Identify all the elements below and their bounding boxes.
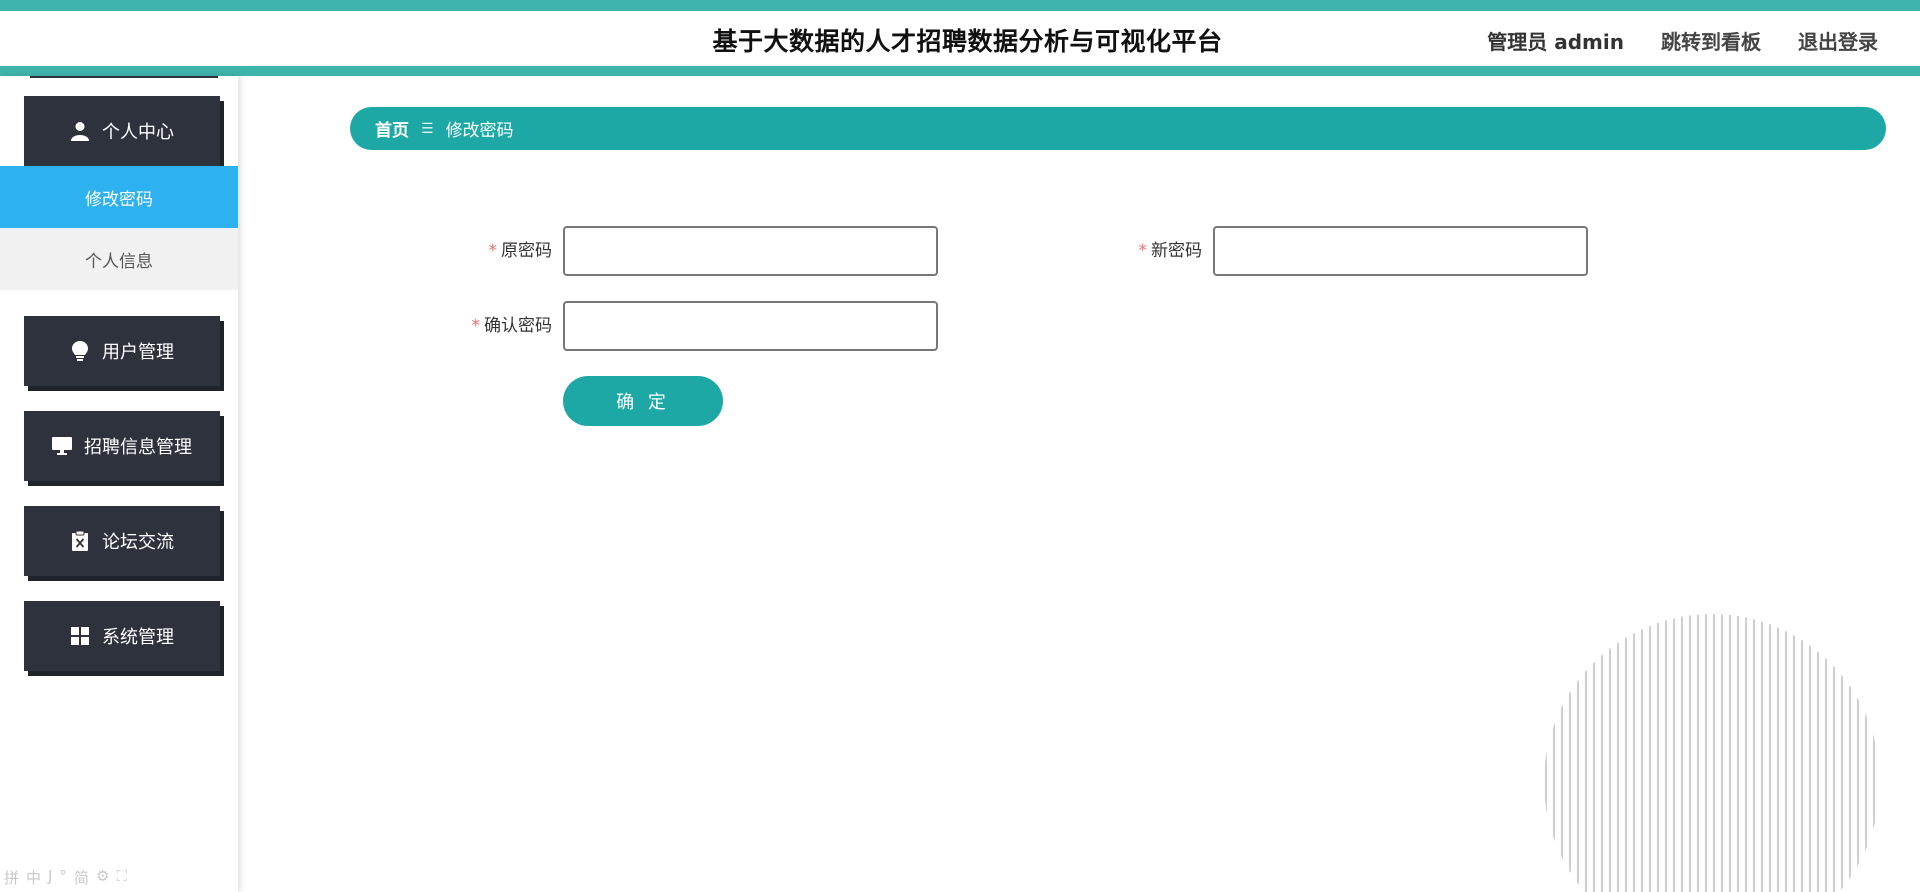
lightbulb-icon — [70, 341, 90, 361]
ime-toolbar: 拼 中 J ° 简 ⚙ ⛶ — [4, 867, 127, 888]
breadcrumb-current: 修改密码 — [445, 121, 514, 141]
header-bottom-bar — [0, 66, 1920, 76]
sidebar-item-change-password[interactable]: 修改密码 — [0, 166, 238, 228]
sidebar-item-label: 修改密码 — [85, 189, 153, 210]
new-password-label-text: 新密码 — [1151, 241, 1202, 261]
sidebar-group-personal-center[interactable]: 个人中心 — [24, 96, 220, 166]
striped-circle-decoration — [1545, 614, 1875, 892]
breadcrumb: 首页 ☰ 修改密码 — [350, 107, 1886, 150]
clipboard-icon — [70, 531, 90, 551]
ime-settings-icon[interactable]: ⚙ — [96, 867, 109, 888]
sidebar-group-label: 论坛交流 — [102, 532, 174, 553]
new-password-input[interactable] — [1213, 226, 1588, 276]
breadcrumb-home[interactable]: 首页 — [375, 116, 409, 141]
sidebar-group-label: 系统管理 — [102, 627, 174, 648]
grid-icon — [70, 626, 90, 646]
old-password-label: * 原密码 — [430, 226, 553, 276]
sidebar-group-user-management[interactable]: 用户管理 — [24, 316, 220, 386]
sidebar-group-label: 个人中心 — [102, 122, 174, 143]
sidebar: 个人中心 修改密码 个人信息 用户管理 招聘信息管理 论坛交流 系统管理 拼 中… — [0, 76, 238, 892]
sidebar-item-personal-info[interactable]: 个人信息 — [0, 228, 238, 290]
top-header: 基于大数据的人才招聘数据分析与可视化平台 管理员 admin 跳转到看板 退出登… — [0, 0, 1920, 76]
logout-link[interactable]: 退出登录 — [1798, 26, 1878, 55]
user-icon — [70, 121, 90, 141]
dashboard-link[interactable]: 跳转到看板 — [1661, 26, 1761, 55]
required-mark: * — [488, 241, 498, 261]
header-nav: 管理员 admin 跳转到看板 退出登录 — [1487, 26, 1878, 55]
confirm-password-input[interactable] — [563, 301, 938, 351]
ime-chinese-icon[interactable]: 中 — [26, 867, 41, 888]
sidebar-group-system-management[interactable]: 系统管理 — [24, 601, 220, 671]
old-password-label-text: 原密码 — [501, 241, 552, 261]
sidebar-item-label: 个人信息 — [85, 251, 153, 272]
confirm-password-label-text: 确认密码 — [484, 316, 552, 336]
required-mark: * — [1138, 241, 1148, 261]
sidebar-group-label: 用户管理 — [102, 342, 174, 363]
current-user-label: 管理员 admin — [1487, 30, 1624, 54]
confirm-button[interactable]: 确 定 — [563, 376, 723, 426]
ime-simplified-icon[interactable]: 简 — [74, 867, 89, 888]
ime-pinyin-icon[interactable]: 拼 — [4, 867, 19, 888]
required-mark: * — [471, 316, 481, 336]
ime-moon-icon[interactable]: J — [48, 867, 52, 888]
sidebar-top-divider — [30, 76, 218, 78]
sidebar-group-recruitment-management[interactable]: 招聘信息管理 — [24, 411, 220, 481]
monitor-icon — [52, 436, 72, 456]
sidebar-group-forum[interactable]: 论坛交流 — [24, 506, 220, 576]
sidebar-group-label: 招聘信息管理 — [84, 437, 192, 458]
ime-expand-icon[interactable]: ⛶ — [116, 867, 127, 888]
header-top-bar — [0, 0, 1920, 11]
ime-punctuation-icon[interactable]: ° — [59, 867, 67, 888]
new-password-label: * 新密码 — [1080, 226, 1203, 276]
breadcrumb-separator-icon: ☰ — [421, 120, 434, 137]
confirm-password-label: * 确认密码 — [430, 301, 553, 351]
old-password-input[interactable] — [563, 226, 938, 276]
